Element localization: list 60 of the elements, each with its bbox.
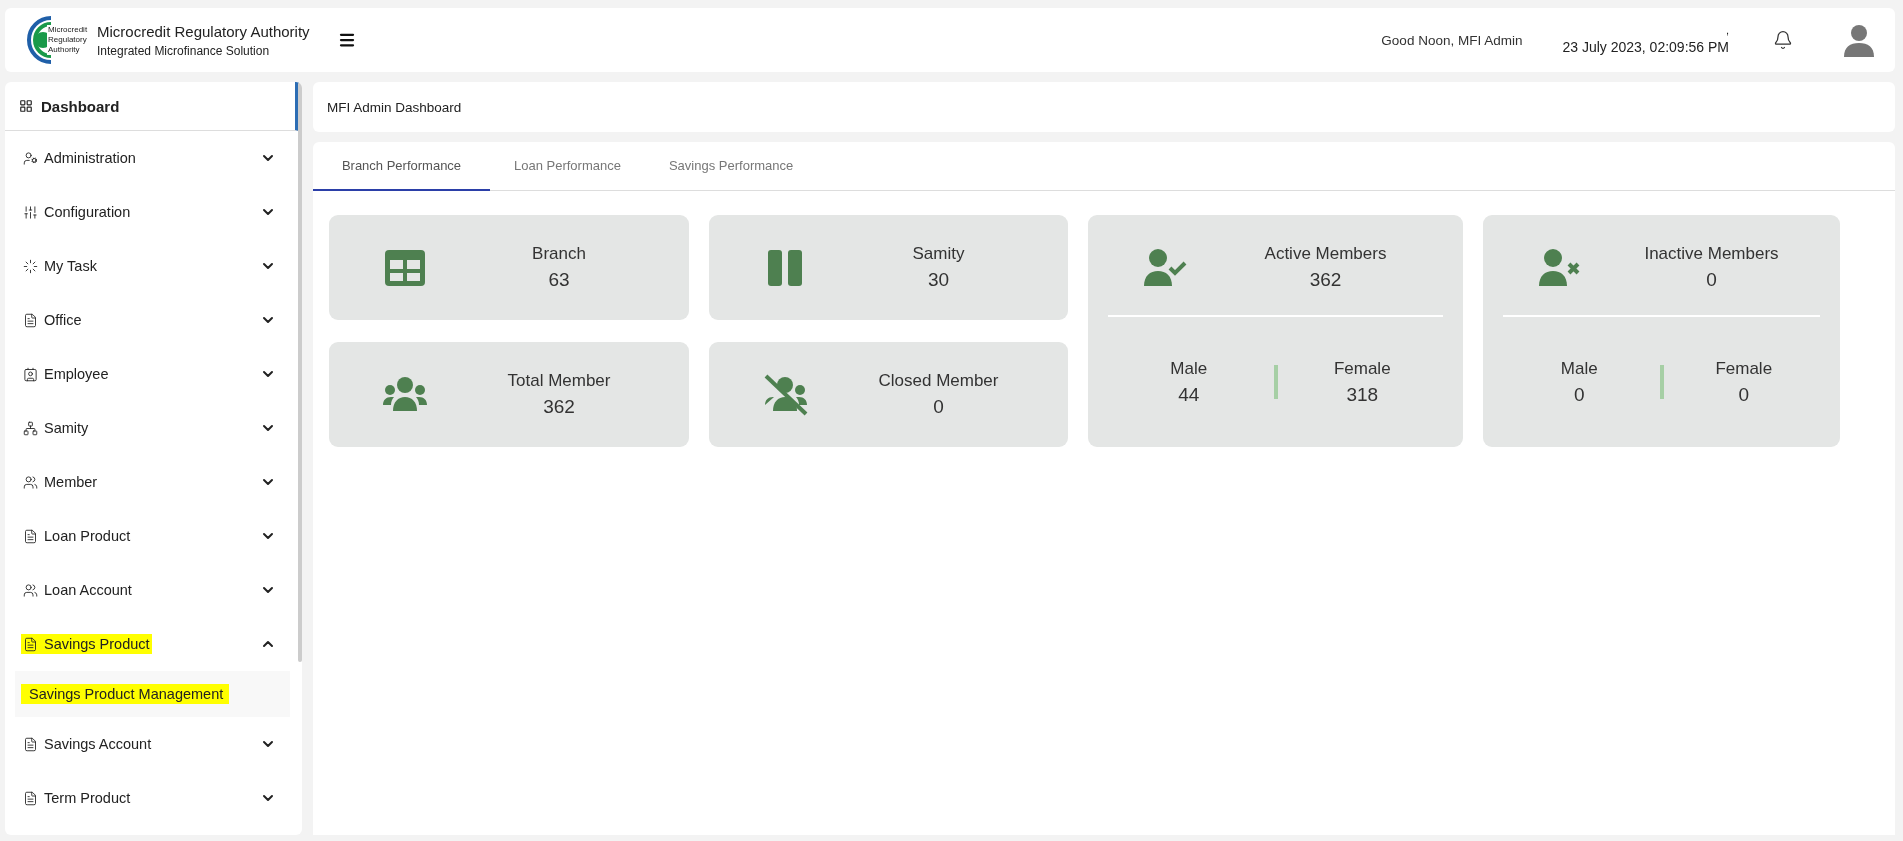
menu-item-icon bbox=[23, 366, 38, 382]
menu-item-icon bbox=[23, 736, 38, 752]
stat-label: Male bbox=[1170, 358, 1208, 379]
sidebar-item[interactable]: Samity bbox=[21, 418, 91, 438]
date-time: 23 July 2023, 02:09:56 PM bbox=[1562, 39, 1729, 55]
stat-value: 362 bbox=[543, 396, 575, 418]
menu-item-icon bbox=[23, 258, 38, 274]
app-subtitle: Integrated Microfinance Solution bbox=[97, 43, 271, 58]
stat-value: 0 bbox=[1706, 269, 1717, 291]
stat-label: Inactive Members bbox=[1644, 244, 1779, 264]
menu-item-icon bbox=[23, 790, 38, 806]
stat-label: Active Members bbox=[1264, 244, 1387, 264]
menu-item-icon bbox=[23, 474, 38, 490]
notification-bell-icon[interactable] bbox=[1773, 30, 1793, 50]
sidebar-item[interactable]: Loan Account bbox=[21, 580, 134, 600]
menu-item-icon bbox=[23, 528, 38, 544]
stat-label: Closed Member bbox=[878, 371, 999, 391]
sidebar-item[interactable]: Loan Product bbox=[21, 526, 133, 546]
stat-value: 0 bbox=[1573, 383, 1585, 406]
sidebar-item[interactable]: Configuration bbox=[21, 202, 133, 222]
greeting: Good Noon, MFI Admin bbox=[1381, 32, 1523, 48]
sidebar-item[interactable]: Term Product bbox=[21, 788, 133, 808]
stat-label: Samity bbox=[912, 244, 965, 264]
stat-label: Female bbox=[1333, 358, 1391, 379]
stat-label: Branch bbox=[532, 244, 586, 264]
logo-text: Regulatory bbox=[47, 35, 89, 45]
tab[interactable]: Branch Performance bbox=[313, 142, 490, 191]
menu-item-icon bbox=[23, 582, 38, 598]
sidebar-item[interactable]: Savings Account bbox=[21, 734, 154, 754]
sidebar-item[interactable]: Office bbox=[21, 310, 84, 330]
logo-text: Microcredit bbox=[47, 25, 89, 35]
stat-label: Male bbox=[1560, 358, 1598, 379]
stat-value: 362 bbox=[1309, 269, 1342, 291]
stat-label: Female bbox=[1715, 358, 1773, 379]
menu-item-icon bbox=[23, 312, 38, 328]
sidebar-item[interactable]: Employee bbox=[21, 364, 111, 384]
sidebar-item[interactable]: Member bbox=[21, 472, 100, 492]
menu-item-icon bbox=[23, 204, 38, 220]
sidebar-item[interactable]: Administration bbox=[21, 148, 138, 168]
tab[interactable]: Savings Performance bbox=[644, 142, 818, 191]
sidebar-item[interactable]: Savings Product bbox=[21, 634, 152, 654]
comma-mark: , bbox=[1725, 25, 1729, 35]
stat-label: Total Member bbox=[507, 371, 611, 391]
menu-item-icon bbox=[23, 150, 38, 166]
stat-value: 44 bbox=[1178, 383, 1200, 406]
sidebar-item[interactable]: My Task bbox=[21, 256, 99, 276]
menu-item-icon bbox=[23, 636, 38, 652]
stat-value: 30 bbox=[927, 269, 950, 291]
menu-item-icon bbox=[23, 420, 38, 436]
org-name: Microcredit Regulatory Authority bbox=[97, 22, 310, 40]
stat-value: 318 bbox=[1346, 383, 1379, 406]
stat-value: 0 bbox=[1738, 383, 1750, 406]
scrollbar-thumb[interactable] bbox=[298, 82, 302, 662]
stat-value: 0 bbox=[933, 396, 944, 418]
avatar-silhouette-icon[interactable] bbox=[1843, 23, 1875, 57]
tab[interactable]: Loan Performance bbox=[490, 142, 645, 191]
page-title: MFI Admin Dashboard bbox=[313, 82, 1895, 132]
stat-value: 63 bbox=[548, 269, 570, 291]
grid-icon bbox=[19, 99, 33, 113]
submenu-item[interactable]: Savings Product Management bbox=[21, 684, 230, 704]
